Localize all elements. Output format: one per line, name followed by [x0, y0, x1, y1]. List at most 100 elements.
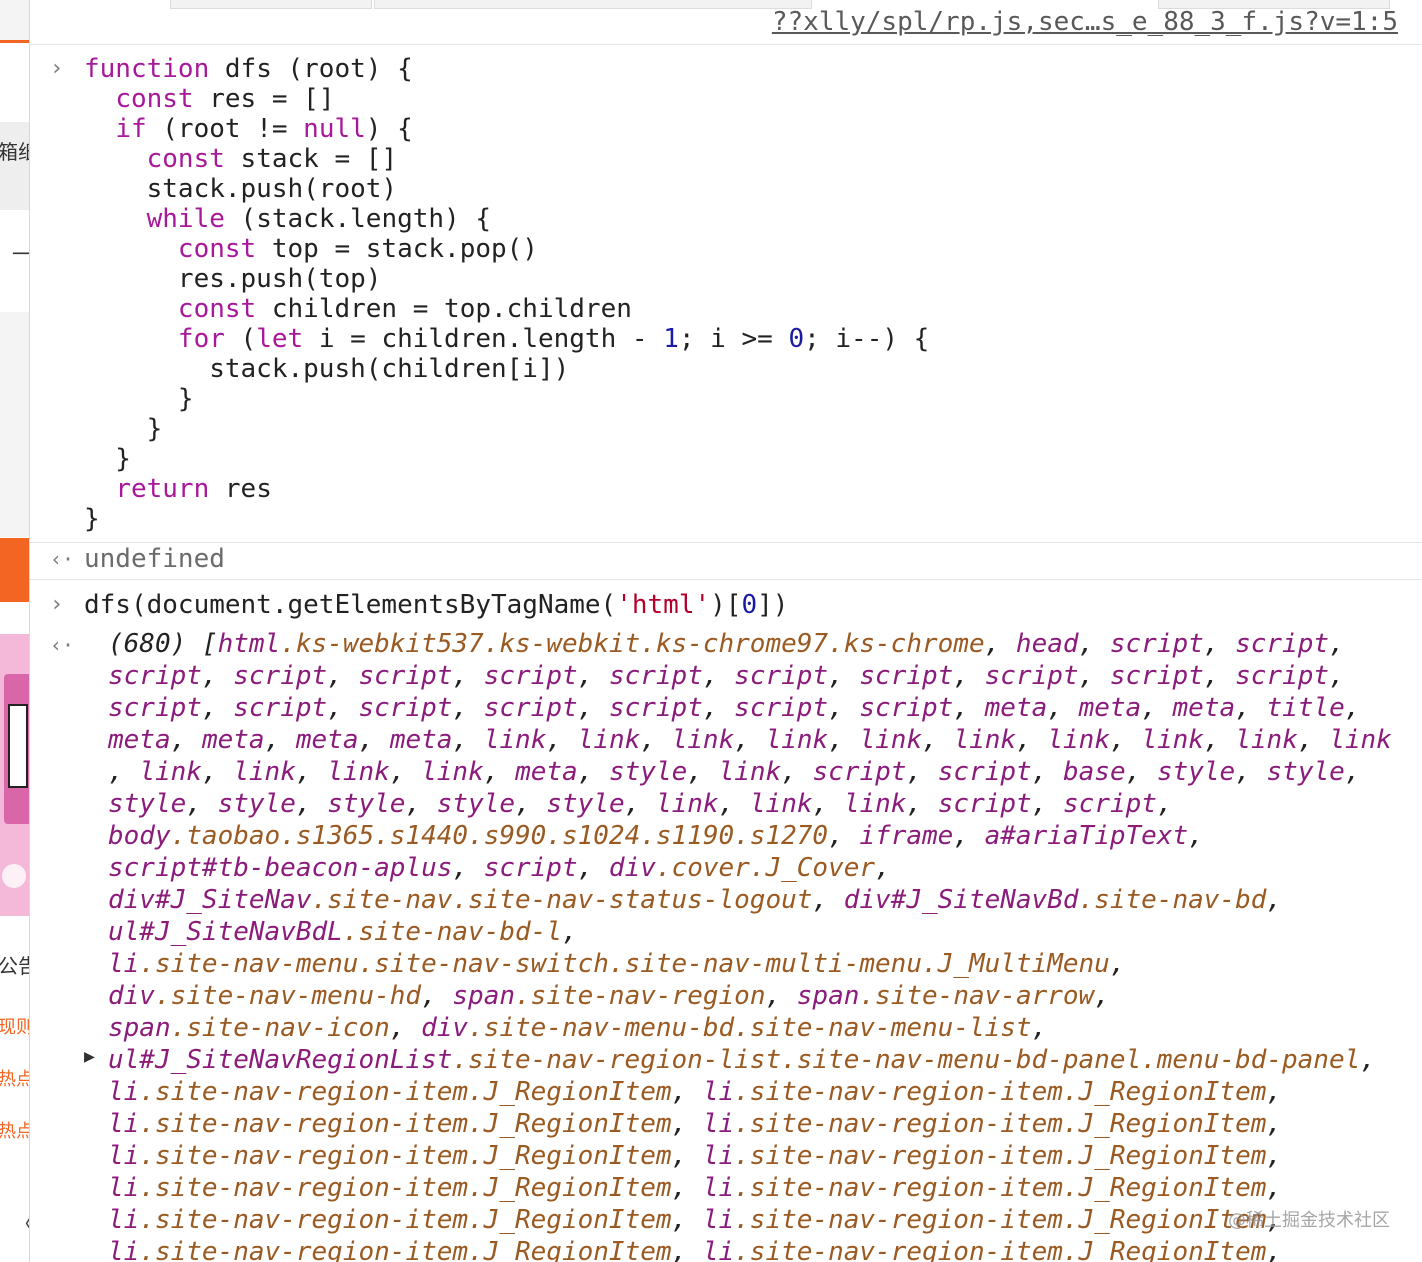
- result-element-token[interactable]: .site-nav-region-item.J_RegionItem: [734, 1173, 1266, 1203]
- result-element-token[interactable]: .site-nav-bd: [1079, 885, 1267, 915]
- result-element-token[interactable]: .site-nav-region-item.J_RegionItem: [734, 1205, 1266, 1235]
- result-element-token[interactable]: body: [108, 821, 171, 851]
- result-element-token[interactable]: meta: [985, 693, 1048, 723]
- result-element-token[interactable]: base: [1063, 757, 1126, 787]
- result-element-token[interactable]: meta: [108, 725, 171, 755]
- result-element-token[interactable]: div#J_SiteNav: [108, 885, 312, 915]
- result-element-token[interactable]: script: [233, 661, 327, 691]
- result-element-token[interactable]: .site-nav-menu-bd.site-nav-menu-list: [468, 1013, 1032, 1043]
- result-element-token[interactable]: link: [672, 725, 735, 755]
- result-element-token[interactable]: .site-nav-bd-l: [343, 917, 562, 947]
- result-element-token[interactable]: ul#J_SiteNavRegionList: [108, 1045, 452, 1075]
- result-element-token[interactable]: script: [233, 693, 327, 723]
- result-element-token[interactable]: title: [1266, 693, 1344, 723]
- result-element-token[interactable]: script: [734, 693, 828, 723]
- result-element-token[interactable]: script: [813, 757, 907, 787]
- result-element-token[interactable]: script: [358, 693, 452, 723]
- expand-triangle-icon[interactable]: ▶: [84, 1046, 95, 1067]
- result-element-token[interactable]: .site-nav-arrow: [859, 981, 1094, 1011]
- result-element-token[interactable]: link: [1329, 725, 1392, 755]
- result-element-token[interactable]: link: [578, 725, 641, 755]
- result-element-token[interactable]: style: [546, 789, 624, 819]
- result-element-token[interactable]: script: [609, 693, 703, 723]
- result-element-token[interactable]: a#ariaTipText: [985, 821, 1189, 851]
- result-element-token[interactable]: link: [484, 725, 547, 755]
- result-element-token[interactable]: script: [358, 661, 452, 691]
- result-element-token[interactable]: link: [844, 789, 907, 819]
- result-element-token[interactable]: .site-nav-region-item.J_RegionItem: [139, 1237, 671, 1262]
- result-element-token[interactable]: .site-nav-menu.site-nav-switch.site-nav-…: [139, 949, 1110, 979]
- result-element-token[interactable]: div: [421, 1013, 468, 1043]
- console-code-input-1[interactable]: function dfs (root) { const res = [] if …: [84, 54, 929, 534]
- result-element-token[interactable]: .site-nav-region-item.J_RegionItem: [139, 1141, 671, 1171]
- result-element-token[interactable]: style: [327, 789, 405, 819]
- result-element-token[interactable]: script: [985, 661, 1079, 691]
- result-element-token[interactable]: .site-nav-region-item.J_RegionItem: [734, 1237, 1266, 1262]
- result-element-token[interactable]: li: [108, 949, 139, 979]
- result-element-token[interactable]: iframe: [859, 821, 953, 851]
- result-element-token[interactable]: script: [1235, 629, 1329, 659]
- result-element-token[interactable]: li: [703, 1237, 734, 1262]
- result-element-token[interactable]: li: [703, 1173, 734, 1203]
- result-element-token[interactable]: script: [1110, 629, 1204, 659]
- result-element-token[interactable]: link: [719, 757, 782, 787]
- result-element-token[interactable]: style: [218, 789, 296, 819]
- result-element-token[interactable]: .site-nav-region-item.J_RegionItem: [734, 1077, 1266, 1107]
- result-element-token[interactable]: .site-nav-region-item.J_RegionItem: [139, 1173, 671, 1203]
- result-element-token[interactable]: .site-nav-region-list.site-nav-menu-bd-p…: [452, 1045, 1360, 1075]
- result-element-token[interactable]: meta: [1079, 693, 1142, 723]
- result-element-token[interactable]: meta: [202, 725, 265, 755]
- result-element-token[interactable]: .site-nav-region: [515, 981, 765, 1011]
- result-element-token[interactable]: script: [938, 757, 1032, 787]
- result-element-token[interactable]: link: [139, 757, 202, 787]
- result-element-token[interactable]: link: [1141, 725, 1204, 755]
- result-element-token[interactable]: link: [327, 757, 390, 787]
- result-element-token[interactable]: script#tb-beacon-aplus: [108, 853, 452, 883]
- result-element-token[interactable]: style: [108, 789, 186, 819]
- result-element-token[interactable]: link: [750, 789, 813, 819]
- result-element-token[interactable]: div: [609, 853, 656, 883]
- result-element-token[interactable]: style: [609, 757, 687, 787]
- result-element-token[interactable]: script: [859, 661, 953, 691]
- result-element-token[interactable]: link: [656, 789, 719, 819]
- result-element-token[interactable]: .site-nav-region-item.J_RegionItem: [139, 1205, 671, 1235]
- result-element-token[interactable]: script: [609, 661, 703, 691]
- result-element-token[interactable]: span: [108, 1013, 171, 1043]
- result-element-token[interactable]: meta: [296, 725, 359, 755]
- result-element-token[interactable]: script: [938, 789, 1032, 819]
- result-element-token[interactable]: div: [108, 981, 155, 1011]
- result-element-token[interactable]: meta: [1173, 693, 1236, 723]
- result-element-token[interactable]: link: [953, 725, 1016, 755]
- result-element-token[interactable]: script: [859, 693, 953, 723]
- result-element-token[interactable]: meta: [390, 725, 453, 755]
- result-element-token[interactable]: div#J_SiteNavBd: [844, 885, 1079, 915]
- result-element-token[interactable]: .taobao.s1365.s1440.s990.s1024.s1190.s12…: [171, 821, 828, 851]
- result-element-token[interactable]: li: [108, 1237, 139, 1262]
- source-file-link[interactable]: ??xlly/spl/rp.js,sec…s_e_88_3_f.js?v=1:5: [772, 6, 1398, 38]
- result-element-token[interactable]: .site-nav-region-item.J_RegionItem: [139, 1077, 671, 1107]
- result-element-token[interactable]: li: [108, 1141, 139, 1171]
- result-element-token[interactable]: link: [421, 757, 484, 787]
- result-element-token[interactable]: meta: [515, 757, 578, 787]
- result-element-token[interactable]: style: [437, 789, 515, 819]
- result-element-token[interactable]: link: [1235, 725, 1298, 755]
- result-element-token[interactable]: link: [860, 725, 923, 755]
- result-element-token[interactable]: script: [484, 693, 578, 723]
- result-element-token[interactable]: link: [233, 757, 296, 787]
- result-element-token[interactable]: li: [108, 1205, 139, 1235]
- result-element-token[interactable]: li: [108, 1077, 139, 1107]
- result-element-token[interactable]: script: [734, 661, 828, 691]
- result-element-token[interactable]: link: [766, 725, 829, 755]
- result-element-token[interactable]: script: [108, 661, 202, 691]
- result-element-token[interactable]: script: [1110, 661, 1204, 691]
- result-element-token[interactable]: li: [703, 1109, 734, 1139]
- result-element-token[interactable]: script: [484, 661, 578, 691]
- result-element-token[interactable]: link: [1047, 725, 1110, 755]
- result-element-token[interactable]: script: [108, 693, 202, 723]
- array-result-preview[interactable]: (680) [html.ks-webkit537.ks-webkit.ks-ch…: [108, 628, 1420, 1262]
- result-element-token[interactable]: li: [108, 1173, 139, 1203]
- result-element-token[interactable]: .cover.J_Cover: [656, 853, 875, 883]
- result-element-token[interactable]: ul#J_SiteNavBdL: [108, 917, 343, 947]
- result-element-token[interactable]: .site-nav-region-item.J_RegionItem: [139, 1109, 671, 1139]
- result-element-token[interactable]: .site-nav-menu-hd: [155, 981, 421, 1011]
